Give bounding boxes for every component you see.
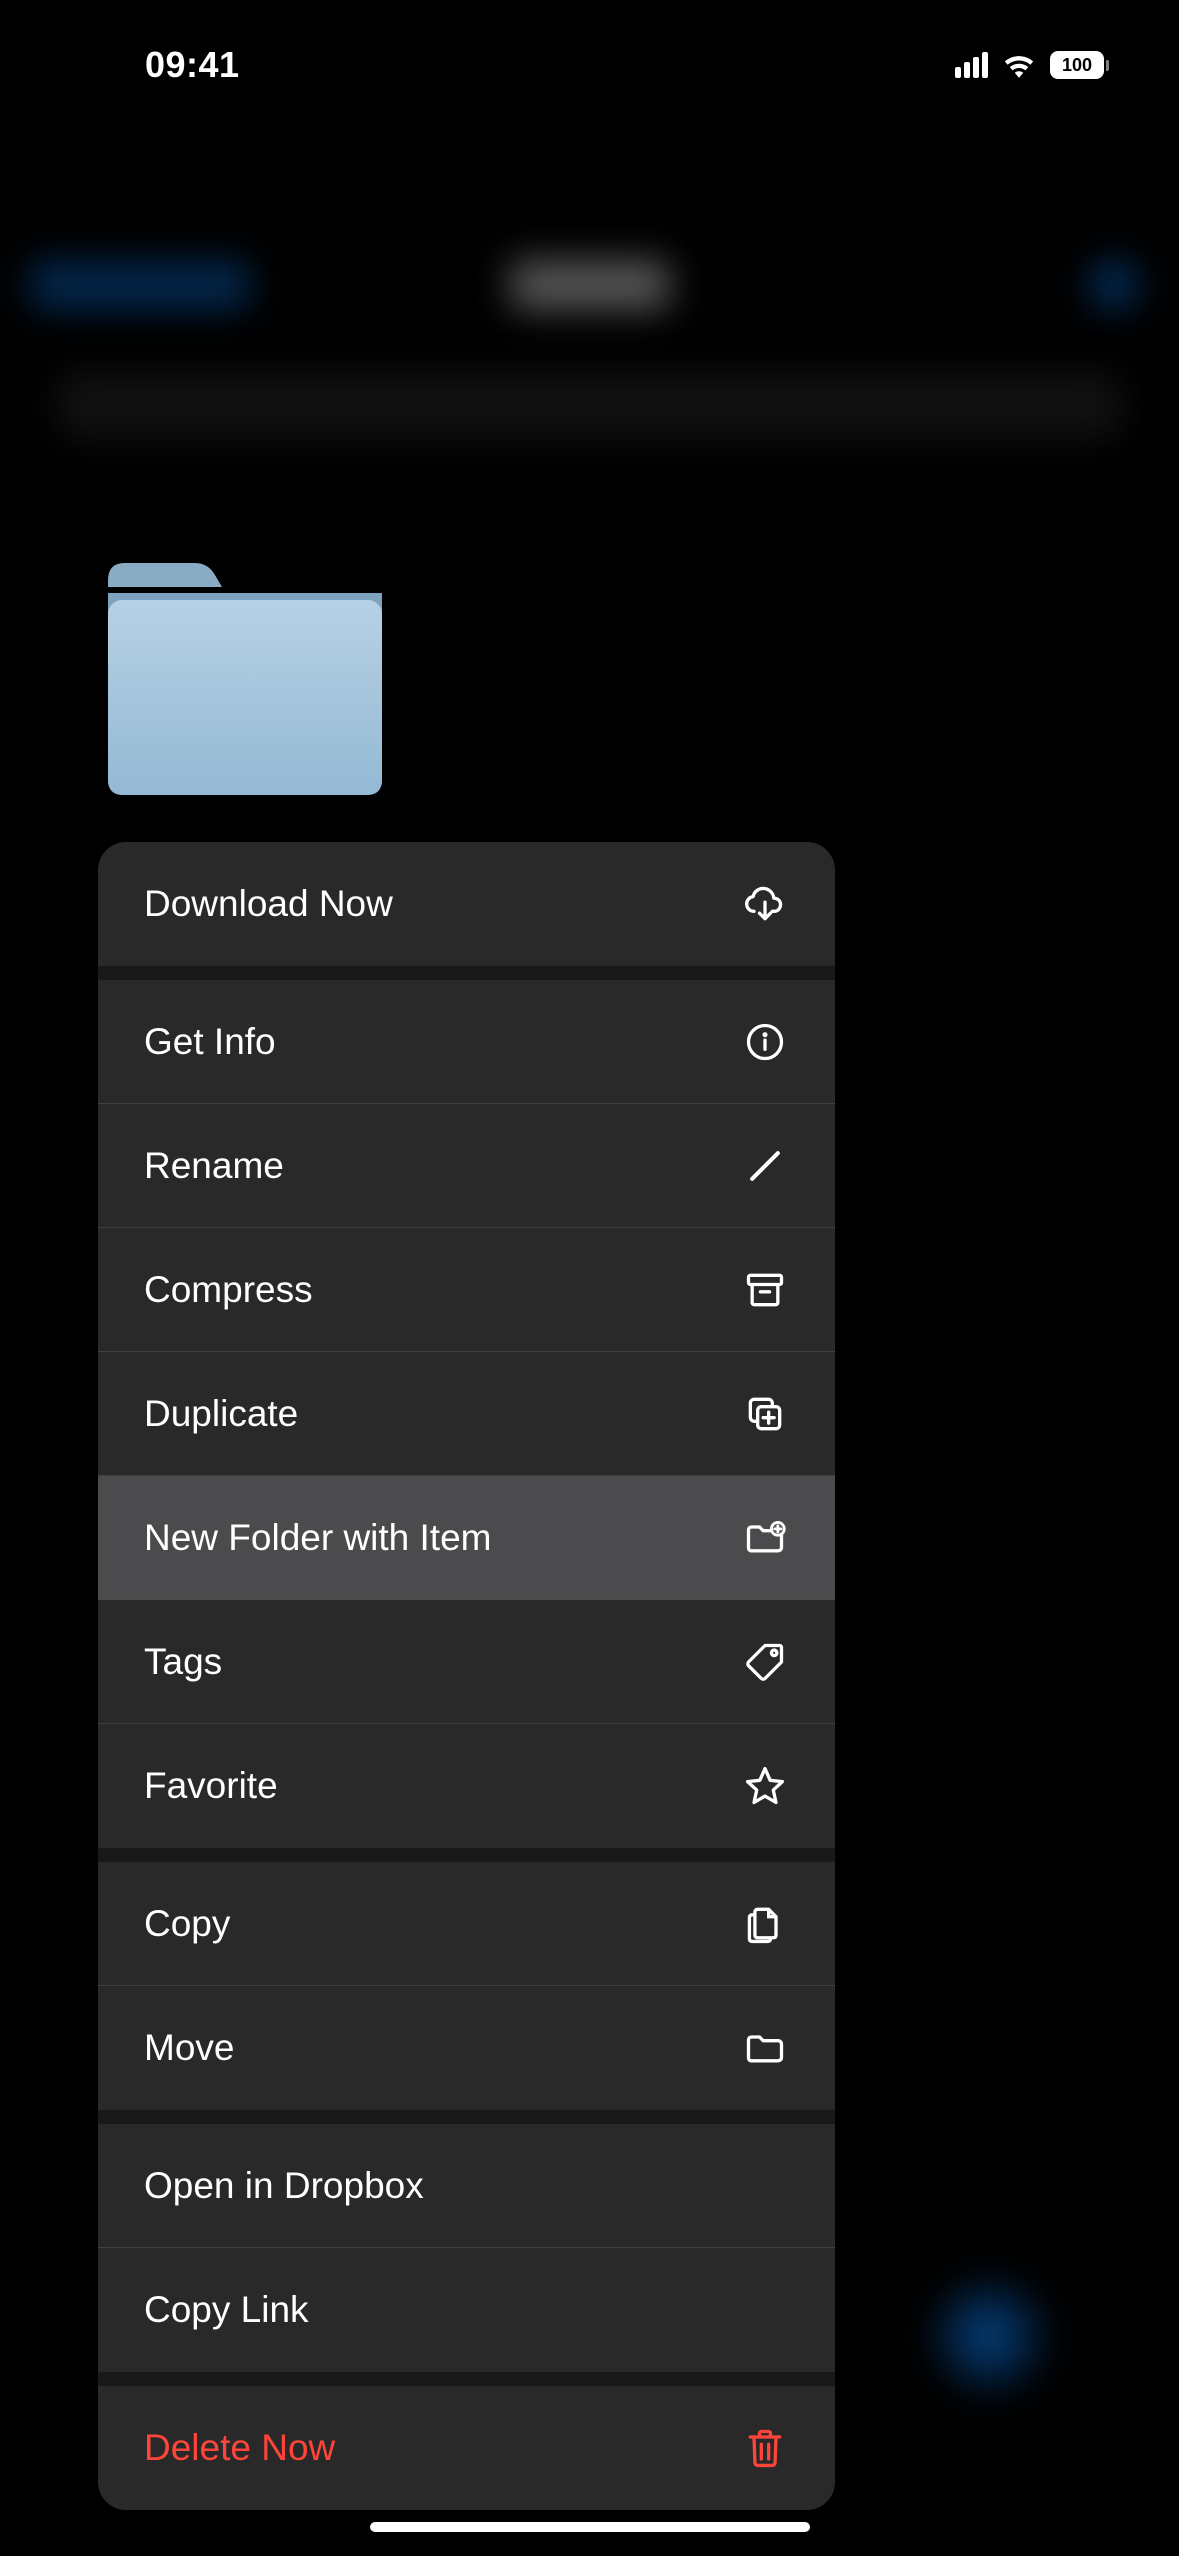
menu-item-download-now[interactable]: Download Now xyxy=(98,842,835,966)
status-bar: 09:41 100 xyxy=(0,0,1179,130)
blurred-search-bar xyxy=(55,370,1124,440)
tag-icon xyxy=(741,1638,789,1686)
blurred-nav-bar xyxy=(0,225,1179,345)
menu-item-get-info[interactable]: Get Info xyxy=(98,980,835,1104)
copy-icon xyxy=(741,1900,789,1948)
archivebox-icon xyxy=(741,1266,789,1314)
battery-indicator: 100 xyxy=(1050,51,1109,79)
menu-item-open-in-dropbox[interactable]: Open in Dropbox xyxy=(98,2124,835,2248)
blur-glow xyxy=(919,2266,1059,2406)
cellular-signal-icon xyxy=(955,52,988,78)
menu-item-label: Rename xyxy=(144,1145,284,1187)
folder-plus-icon xyxy=(741,1514,789,1562)
menu-item-label: Get Info xyxy=(144,1021,276,1063)
home-indicator[interactable] xyxy=(370,2522,810,2532)
status-time: 09:41 xyxy=(145,44,240,86)
folder-icon xyxy=(100,555,390,800)
menu-item-label: Move xyxy=(144,2027,234,2069)
menu-item-label: Tags xyxy=(144,1641,222,1683)
menu-item-favorite[interactable]: Favorite xyxy=(98,1724,835,1848)
menu-item-label: New Folder with Item xyxy=(144,1517,492,1559)
info-icon xyxy=(741,1018,789,1066)
trash-icon xyxy=(741,2424,789,2472)
menu-item-label: Duplicate xyxy=(144,1393,298,1435)
menu-item-tags[interactable]: Tags xyxy=(98,1600,835,1724)
menu-item-label: Favorite xyxy=(144,1765,278,1807)
menu-item-label: Copy Link xyxy=(144,2289,309,2331)
menu-item-label: Copy xyxy=(144,1903,230,1945)
duplicate-icon xyxy=(741,1390,789,1438)
menu-item-label: Delete Now xyxy=(144,2427,335,2469)
menu-item-copy-link[interactable]: Copy Link xyxy=(98,2248,835,2372)
menu-item-copy[interactable]: Copy xyxy=(98,1862,835,1986)
folder-preview xyxy=(100,555,390,800)
menu-item-label: Compress xyxy=(144,1269,313,1311)
pencil-icon xyxy=(741,1142,789,1190)
wifi-icon xyxy=(1002,52,1036,78)
menu-item-label: Open in Dropbox xyxy=(144,2165,424,2207)
menu-item-duplicate[interactable]: Duplicate xyxy=(98,1352,835,1476)
status-indicators: 100 xyxy=(955,51,1109,79)
menu-item-rename[interactable]: Rename xyxy=(98,1104,835,1228)
menu-item-delete-now[interactable]: Delete Now xyxy=(98,2386,835,2510)
battery-level: 100 xyxy=(1062,55,1092,76)
menu-item-new-folder-with-item[interactable]: New Folder with Item xyxy=(98,1476,835,1600)
menu-item-compress[interactable]: Compress xyxy=(98,1228,835,1352)
folder-icon xyxy=(741,2024,789,2072)
star-icon xyxy=(741,1762,789,1810)
cloud-download-icon xyxy=(741,880,789,928)
menu-item-move[interactable]: Move xyxy=(98,1986,835,2110)
menu-item-label: Download Now xyxy=(144,883,393,925)
context-menu: Download Now Get Info Rename Compress xyxy=(98,842,835,2510)
